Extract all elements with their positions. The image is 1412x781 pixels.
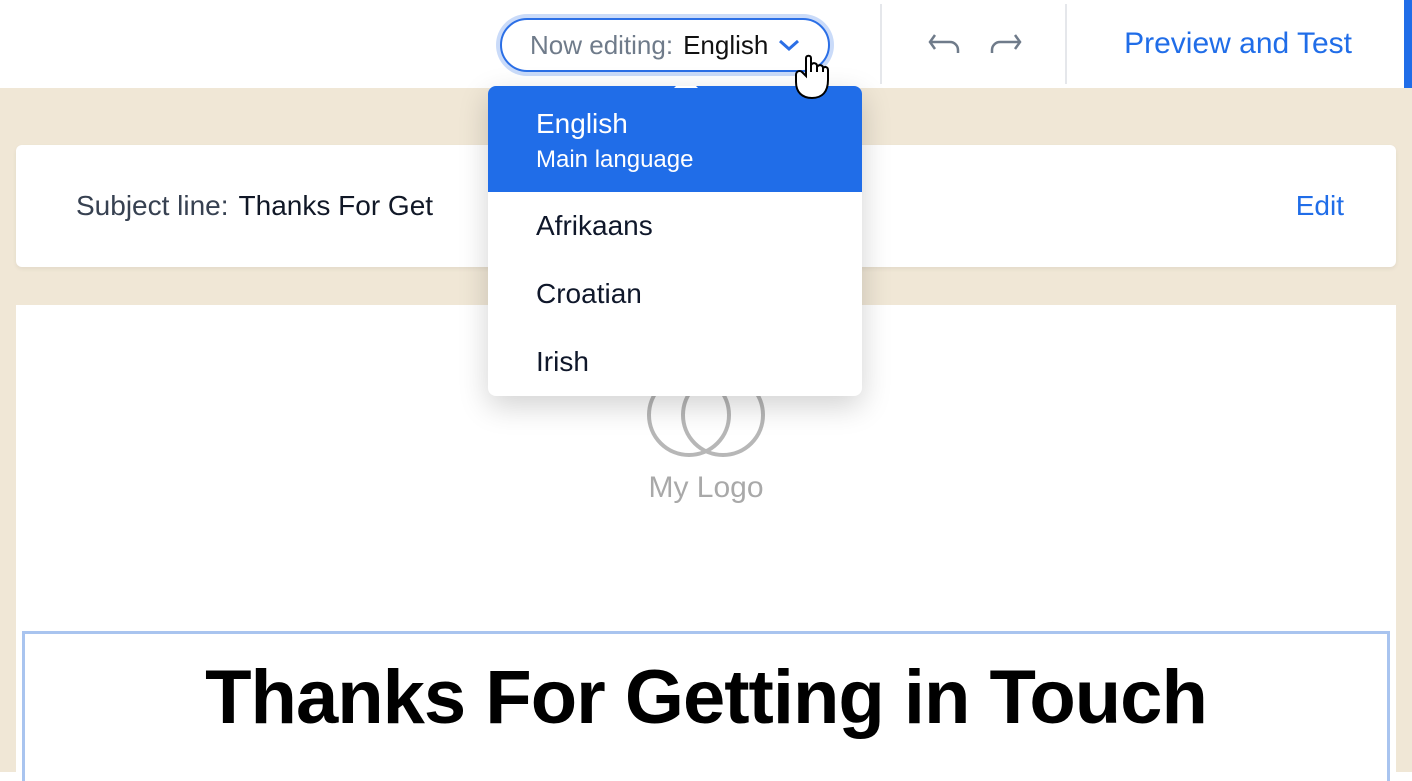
language-selector-current: English <box>683 30 768 61</box>
language-dropdown: English Main language Afrikaans Croatian… <box>488 86 862 396</box>
headline-block[interactable]: Thanks For Getting in Touch <box>22 631 1390 781</box>
language-option-sublabel: Main language <box>536 146 814 174</box>
language-option-label: Croatian <box>536 278 642 309</box>
language-selector-prefix: Now editing: <box>530 30 673 61</box>
headline-text: Thanks For Getting in Touch <box>49 654 1363 741</box>
toolbar-divider <box>880 4 882 84</box>
language-selector-wrap: Now editing: English <box>500 18 830 72</box>
subject-line-value: Thanks For Get <box>239 190 434 222</box>
edit-subject-button[interactable]: Edit <box>1296 190 1344 222</box>
language-option-label: English <box>536 108 628 139</box>
undo-button[interactable] <box>923 22 967 66</box>
language-option-irish[interactable]: Irish <box>488 328 862 396</box>
chevron-down-icon <box>778 34 800 56</box>
undo-icon <box>928 31 962 57</box>
language-option-label: Afrikaans <box>536 210 653 241</box>
preview-and-test-button[interactable]: Preview and Test <box>1124 0 1352 88</box>
language-option-croatian[interactable]: Croatian <box>488 260 862 328</box>
language-option-english[interactable]: English Main language <box>488 86 862 192</box>
redo-icon <box>988 31 1022 57</box>
logo-label: My Logo <box>648 471 763 505</box>
undo-redo-group <box>893 0 1057 88</box>
redo-button[interactable] <box>983 22 1027 66</box>
language-option-label: Irish <box>536 346 589 377</box>
subject-line-text: Subject line: Thanks For Get <box>76 190 433 222</box>
toolbar-divider <box>1065 4 1067 84</box>
subject-line-label: Subject line: <box>76 190 229 222</box>
toolbar-right-accent <box>1404 0 1412 88</box>
dropdown-caret-icon <box>674 86 698 88</box>
top-toolbar: Now editing: English Preview and Test <box>0 0 1412 88</box>
language-option-afrikaans[interactable]: Afrikaans <box>488 192 862 260</box>
language-selector[interactable]: Now editing: English <box>500 18 830 72</box>
